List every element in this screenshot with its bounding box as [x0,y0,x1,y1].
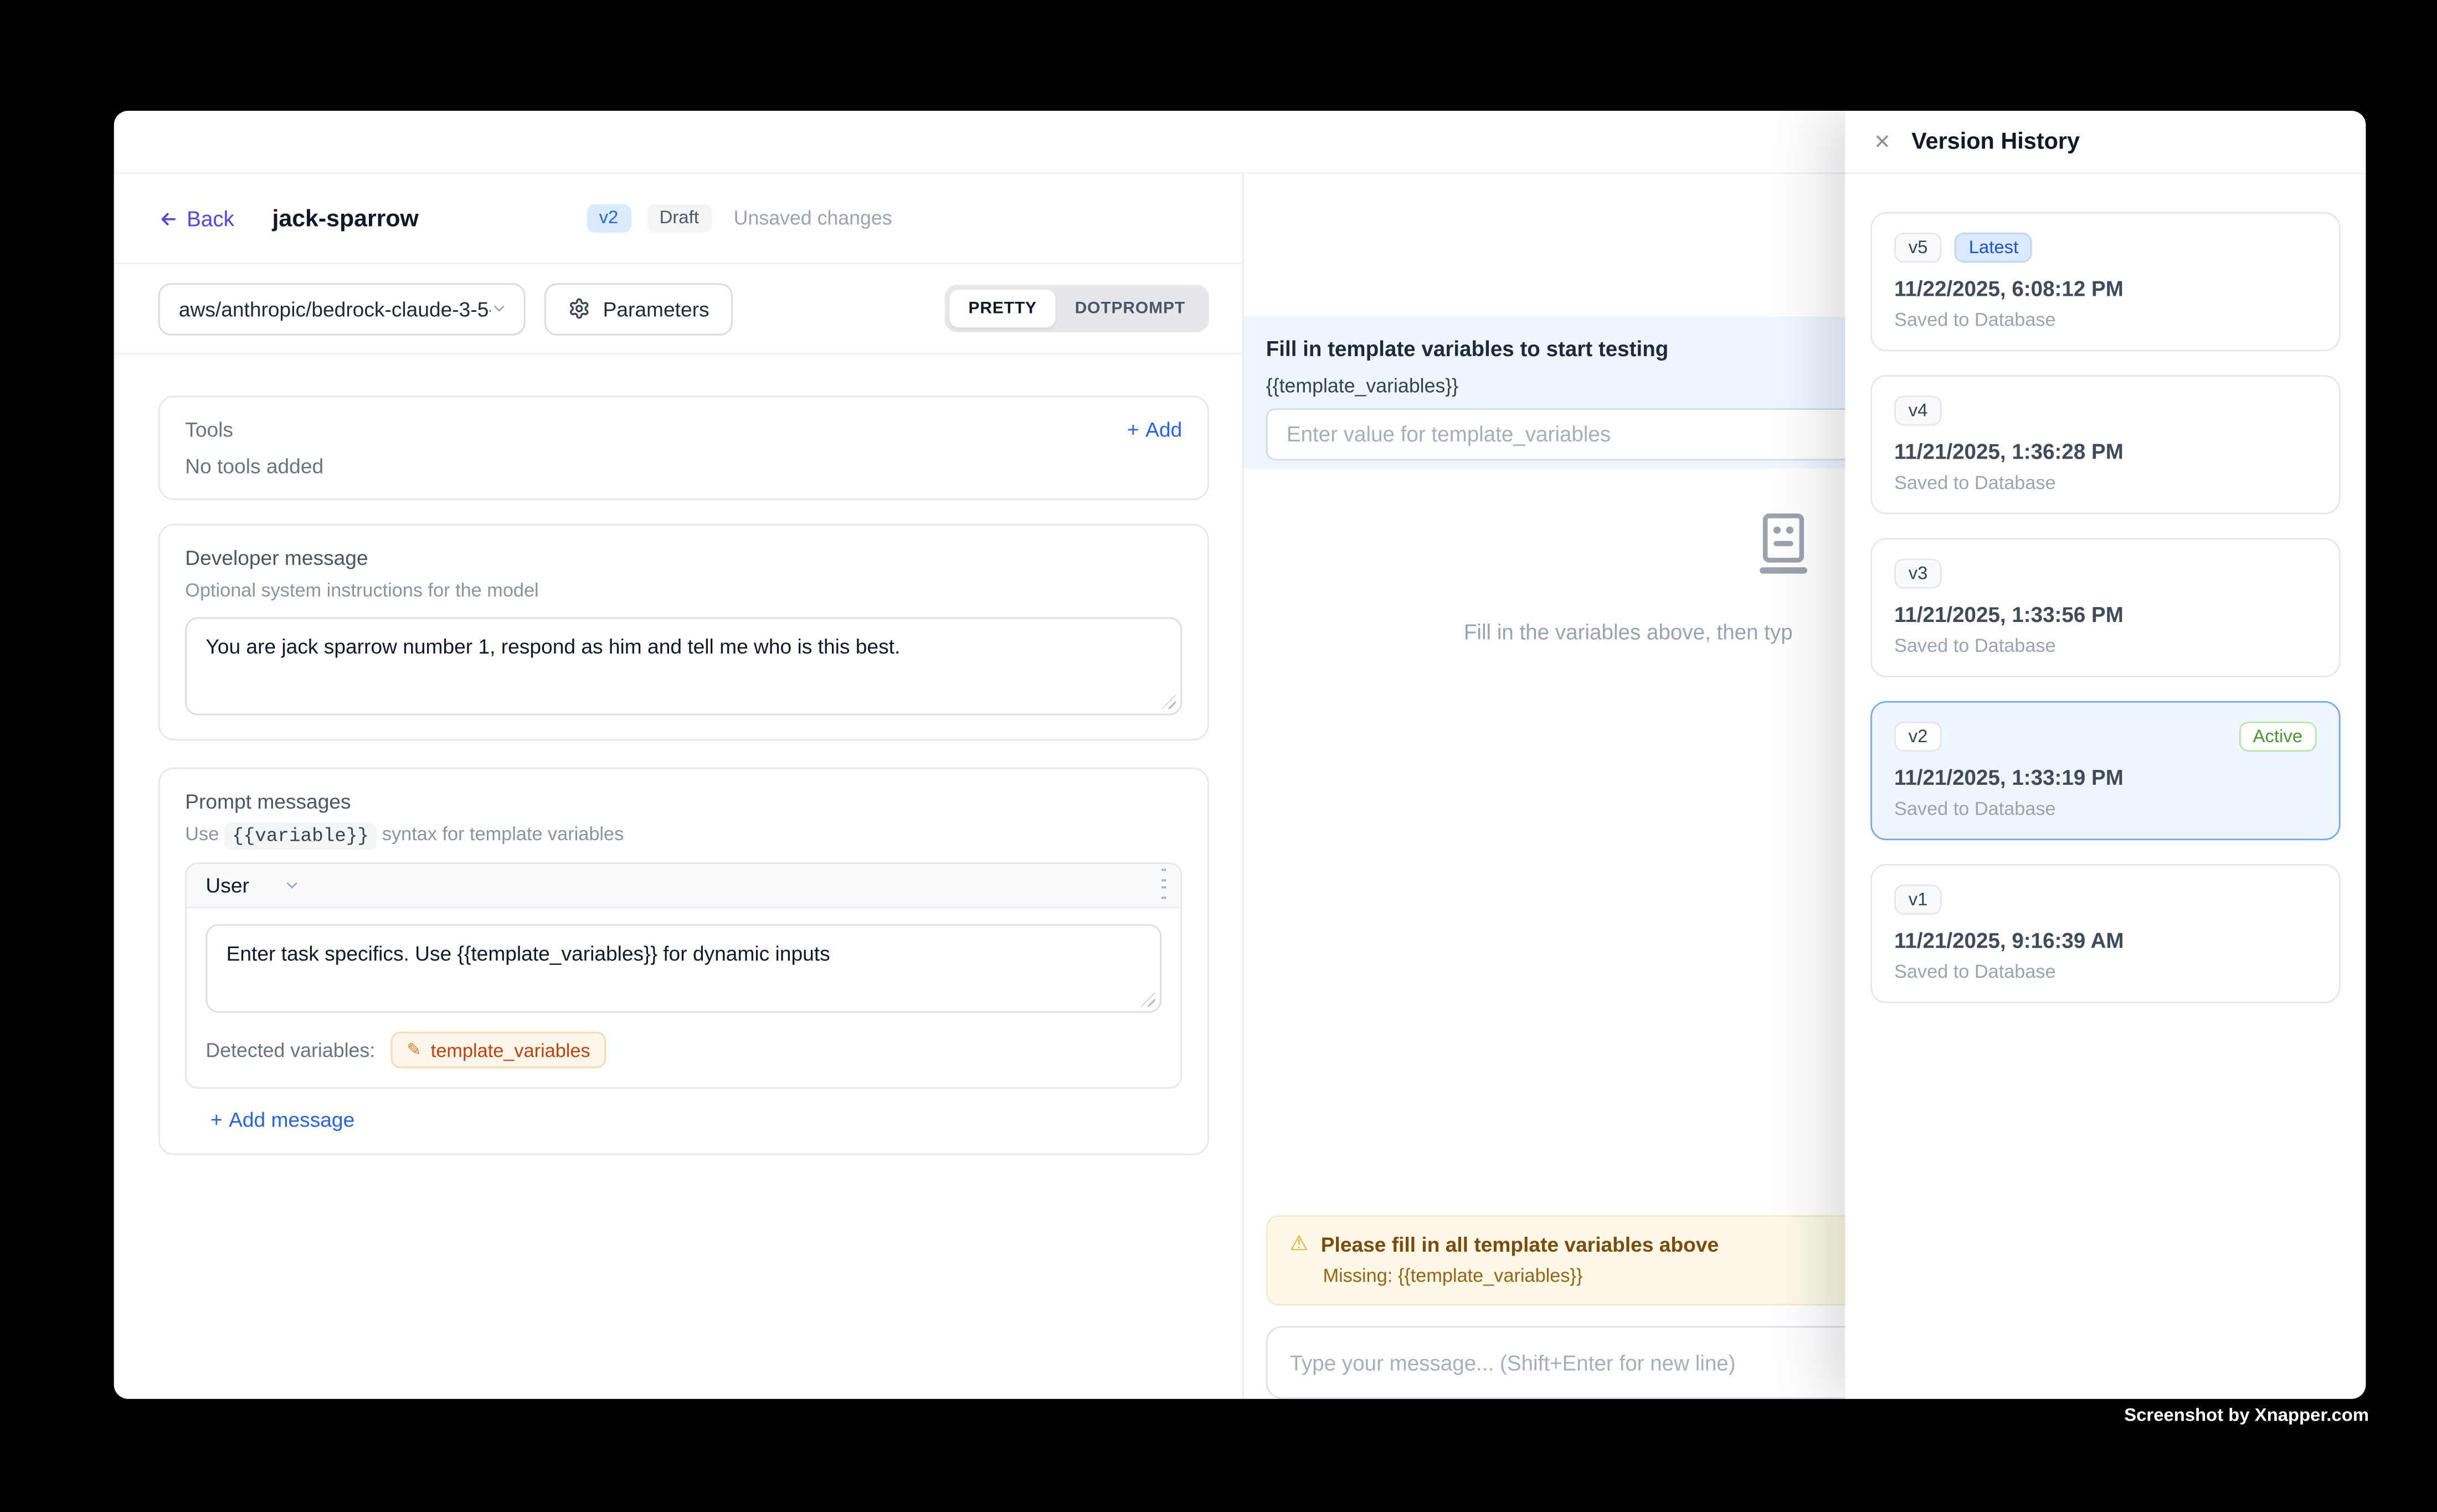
toggle-dotprompt[interactable]: DOTPROMPT [1056,290,1204,328]
detected-variables-label: Detected variables: [205,1039,375,1061]
add-tool-button[interactable]: + Add [1127,418,1182,441]
version-number-chip: v4 [1894,395,1942,425]
version-number-chip: v2 [1894,722,1942,752]
developer-message-value: You are jack sparrow number 1, respond a… [205,635,900,659]
version-timestamp: 11/21/2025, 1:33:19 PM [1894,766,2317,790]
detected-variables-row: Detected variables: ✎ template_variables [187,1028,1180,1087]
prompt-syntax-note: Use {{variable}} syntax for template var… [185,823,1182,847]
version-timestamp: 11/21/2025, 9:16:39 AM [1894,929,2317,953]
version-card-v1[interactable]: v1 11/21/2025, 9:16:39 AM Saved to Databas… [1870,864,2341,1003]
tools-empty-text: No tools added [185,454,1182,478]
tools-title: Tools [185,418,233,441]
resize-grip-icon[interactable] [1161,695,1176,709]
prompt-messages-title: Prompt messages [185,790,1182,814]
toggle-pretty[interactable]: PRETTY [949,290,1056,328]
app-window: Back jack-sparrow v2 Draft Unsaved chang… [114,111,2366,1399]
drag-handle-icon[interactable]: ⁚⁚⁚⁚ [1160,868,1165,903]
gear-icon [568,297,590,320]
role-select[interactable]: User [205,873,301,897]
warning-triangle-icon: ⚠ [1290,1231,1308,1257]
version-history-header: ✕ Version History [1845,111,2366,174]
page-title: jack-sparrow [272,205,418,232]
template-variable-name: template_variables [431,1039,590,1061]
model-toolbar: aws/anthropic/bedrock-claude-3-5-s... Pa… [114,264,1242,354]
editor-scroll-area: Tools + Add No tools added Developer mess… [114,354,1242,1399]
prompt-message-block: User ⁚⁚⁚⁚ Enter task specifics. Use {{te… [185,862,1182,1089]
variable-syntax-chip: {{variable}} [224,822,377,849]
chevron-down-icon [491,299,508,318]
draft-badge: Draft [647,204,712,233]
chat-input-placeholder: Type your message... (Shift+Enter for ne… [1290,1351,1736,1375]
template-variable-chip[interactable]: ✎ template_variables [391,1032,606,1068]
version-saved-status: Saved to Database [1894,798,2317,820]
version-history-title: Version History [1911,129,2080,155]
developer-message-subtitle: Optional system instructions for the mod… [185,579,1182,601]
message-role-header: User ⁚⁚⁚⁚ [187,864,1180,908]
arrow-left-icon [158,208,179,229]
version-saved-status: Saved to Database [1894,960,2317,983]
close-icon[interactable]: ✕ [1874,131,1891,152]
add-message-button[interactable]: +Add message [210,1108,354,1132]
back-label: Back [187,207,234,230]
version-number-chip: v1 [1894,884,1942,914]
version-card-v5[interactable]: v5 Latest 11/22/2025, 6:08:12 PM Saved to D… [1870,212,2341,351]
version-card-v2[interactable]: v2 Active 11/21/2025, 1:33:19 PM Saved to D… [1870,701,2341,840]
view-mode-toggle: PRETTY DOTPROMPT [945,285,1209,332]
version-list: v5 Latest 11/22/2025, 6:08:12 PM Saved to D… [1845,174,2366,1041]
developer-message-title: Developer message [185,546,1182,570]
model-select[interactable]: aws/anthropic/bedrock-claude-3-5-s... [158,282,526,335]
chevron-down-icon [284,877,301,894]
version-card-v4[interactable]: v4 11/21/2025, 1:36:28 PM Saved to Databas… [1870,375,2341,514]
latest-badge: Latest [1955,233,2033,263]
prompt-messages-card: Prompt messages Use {{variable}} syntax … [158,768,1209,1155]
developer-message-card: Developer message Optional system instru… [158,524,1209,740]
unsaved-changes-label: Unsaved changes [734,207,892,229]
plus-icon: + [1127,418,1139,441]
version-saved-status: Saved to Database [1894,308,2317,331]
version-number-chip: v3 [1894,559,1942,589]
version-saved-status: Saved to Database [1894,635,2317,657]
role-value: User [205,873,249,897]
active-badge: Active [2239,722,2317,752]
plus-icon: + [210,1108,223,1132]
screenshot-stage: Back jack-sparrow v2 Draft Unsaved chang… [0,0,2437,1512]
parameters-button[interactable]: Parameters [544,282,733,335]
version-saved-status: Saved to Database [1894,471,2317,493]
add-tool-label: Add [1145,418,1182,441]
variable-input-placeholder: Enter value for template_variables [1287,423,1611,446]
syntax-suffix: syntax for template variables [377,823,624,845]
resize-grip-icon[interactable] [1141,992,1155,1006]
model-select-value: aws/anthropic/bedrock-claude-3-5-s... [179,297,491,321]
version-card-v3[interactable]: v3 11/21/2025, 1:33:56 PM Saved to Databas… [1870,538,2341,677]
add-message-label: Add message [229,1108,354,1132]
warning-title: Please fill in all template variables ab… [1321,1232,1719,1256]
version-timestamp: 11/21/2025, 1:33:56 PM [1894,603,2317,627]
syntax-prefix: Use [185,823,224,845]
chat-empty-hint: Fill in the variables above, then typ [1464,620,1793,644]
pencil-icon: ✎ [407,1040,421,1060]
version-timestamp: 11/21/2025, 1:36:28 PM [1894,440,2317,464]
version-number-chip: v5 [1894,233,1942,263]
version-timestamp: 11/22/2025, 6:08:12 PM [1894,277,2317,301]
prompt-editor-panel: Back jack-sparrow v2 Draft Unsaved chang… [114,174,1244,1398]
version-badge: v2 [587,204,631,233]
back-button[interactable]: Back [158,207,234,230]
document-header: Back jack-sparrow v2 Draft Unsaved chang… [114,174,1242,264]
parameters-label: Parameters [603,297,709,321]
prompt-message-value: Enter task specifics. Use {{template_var… [227,942,830,965]
tools-card: Tools + Add No tools added [158,395,1209,500]
robot-icon [1756,513,1810,576]
version-history-drawer: ✕ Version History v5 Latest 11/22/2025, 6:… [1845,111,2366,1399]
watermark-text: Screenshot by Xnapper.com [2124,1407,2369,1426]
developer-message-textarea[interactable]: You are jack sparrow number 1, respond a… [185,617,1182,715]
prompt-message-textarea[interactable]: Enter task specifics. Use {{template_var… [205,924,1161,1013]
